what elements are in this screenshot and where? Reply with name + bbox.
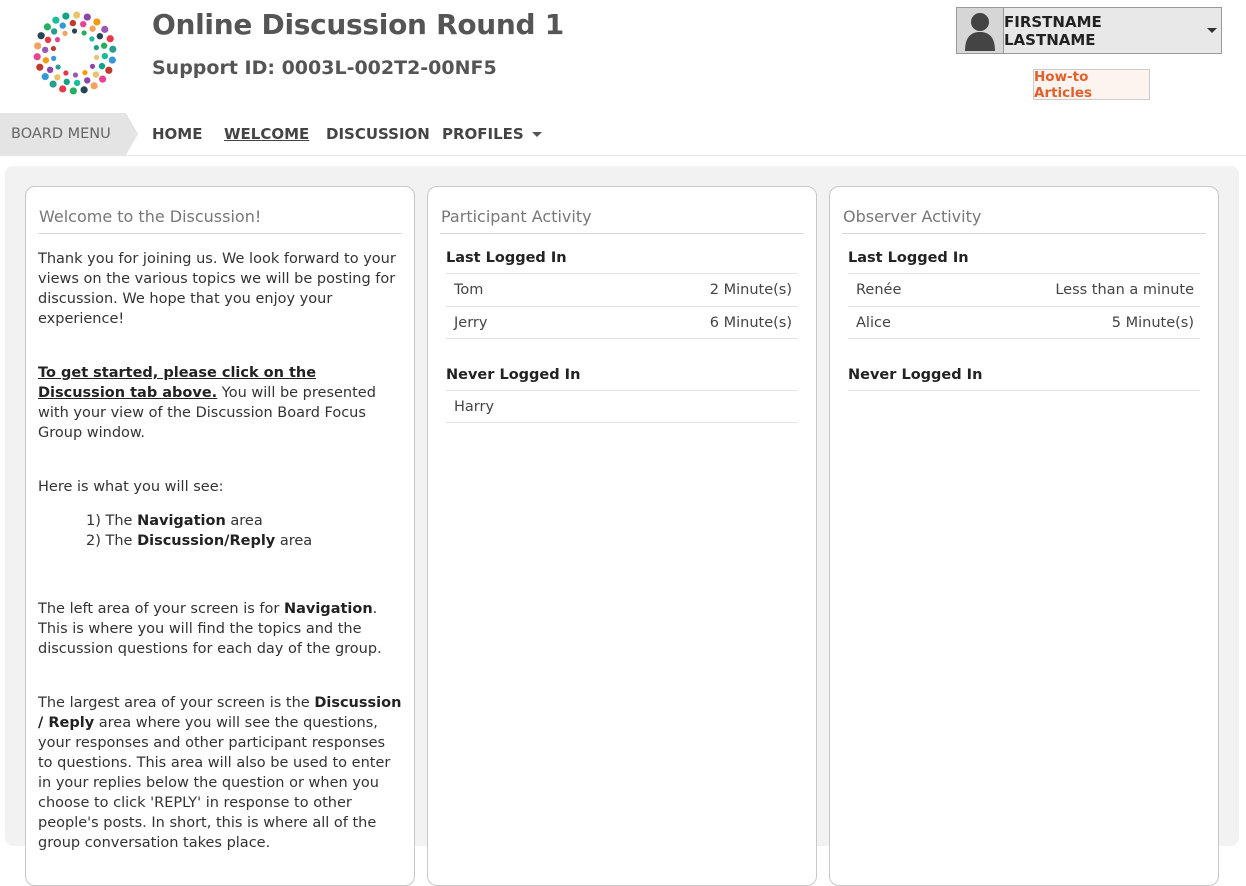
- welcome-text: The largest area of your screen is the: [38, 695, 315, 711]
- never-logged-in-heading: Never Logged In: [848, 367, 983, 383]
- list-text: area: [275, 533, 313, 549]
- list-bold: Discussion/Reply: [137, 533, 276, 549]
- divider: [842, 233, 1206, 234]
- nav-discussion[interactable]: DISCUSSION: [326, 113, 430, 155]
- table-row: Renée Less than a minute: [848, 273, 1200, 306]
- user-menu-button[interactable]: FIRSTNAME LASTNAME: [956, 7, 1222, 54]
- list-item: 1) The Navigation area: [86, 511, 404, 531]
- welcome-title: Welcome to the Discussion!: [39, 207, 262, 226]
- user-silhouette-icon: [957, 8, 1004, 53]
- header: Online Discussion Round 1 Support ID: 00…: [0, 0, 1246, 112]
- participant-name: Jerry: [454, 314, 488, 331]
- table-row: Jerry 6 Minute(s): [446, 306, 798, 339]
- welcome-paragraph: The left area of your screen is for Navi…: [38, 599, 404, 659]
- nav-home[interactable]: HOME: [152, 113, 202, 155]
- logo-icon: [33, 11, 117, 95]
- table-row: Tom 2 Minute(s): [446, 273, 798, 306]
- list-text: area: [225, 513, 263, 529]
- divider: [38, 233, 402, 234]
- table-row: Alice 5 Minute(s): [848, 306, 1200, 339]
- nav-welcome-label: WELCOME: [224, 125, 310, 143]
- welcome-panel: Welcome to the Discussion! Thank you for…: [25, 186, 415, 886]
- nav-welcome[interactable]: WELCOME: [224, 113, 309, 155]
- last-logged-in-heading: Last Logged In: [848, 250, 969, 266]
- user-name: FIRSTNAME LASTNAME: [1004, 8, 1221, 53]
- never-logged-in-heading: Never Logged In: [446, 367, 581, 383]
- nav-profiles-label: PROFILES: [442, 125, 524, 143]
- welcome-text: The left area of your screen is for: [38, 601, 284, 617]
- welcome-paragraph: The largest area of your screen is the D…: [38, 693, 404, 853]
- participant-name: Tom: [454, 282, 484, 298]
- welcome-paragraph: Here is what you will see:: [38, 479, 224, 495]
- list-text: 2) The: [86, 533, 138, 549]
- list-bold: Navigation: [137, 513, 226, 529]
- participant-activity-panel: Participant Activity Last Logged In Tom …: [427, 186, 817, 886]
- board-menu-label: BOARD MENU: [0, 113, 138, 155]
- observer-time: 5 Minute(s): [1111, 314, 1194, 331]
- nav-profiles[interactable]: PROFILES: [442, 113, 542, 155]
- main-area: Welcome to the Discussion! Thank you for…: [5, 166, 1239, 886]
- list-text: 1) The: [86, 513, 138, 529]
- user-name-label: FIRSTNAME LASTNAME: [1004, 12, 1102, 49]
- participant-name: Harry: [454, 398, 495, 415]
- observer-name: Alice: [856, 314, 891, 331]
- caret-down-icon: [1207, 28, 1217, 33]
- welcome-paragraph: To get started, please click on the Disc…: [38, 363, 404, 443]
- list-item: 2) The Discussion/Reply area: [86, 531, 404, 551]
- welcome-bold: Navigation: [283, 601, 373, 617]
- welcome-paragraph: Thank you for joining us. We look forwar…: [38, 251, 396, 327]
- divider: [848, 390, 1200, 391]
- observer-time: Less than a minute: [1055, 282, 1194, 298]
- participant-time: 2 Minute(s): [709, 282, 792, 298]
- caret-down-icon: [531, 131, 542, 137]
- welcome-text: area where you will see the questions, y…: [38, 715, 391, 851]
- observer-activity-panel: Observer Activity Last Logged In Renée L…: [829, 186, 1219, 886]
- nav-home-label: HOME: [152, 125, 203, 143]
- observer-title: Observer Activity: [843, 207, 982, 226]
- divider: [440, 233, 804, 234]
- observer-name: Renée: [856, 282, 902, 298]
- howto-articles-button[interactable]: How-to Articles: [1033, 69, 1150, 101]
- support-id: Support ID: 0003L-002T2-00NF5: [152, 57, 497, 79]
- areas-list: 1) The Navigation area 2) The Discussion…: [38, 511, 404, 551]
- table-row: Harry: [446, 390, 798, 423]
- board-nav: BOARD MENU HOME WELCOME DISCUSSION PROFI…: [0, 113, 1246, 156]
- page-title: Online Discussion Round 1: [152, 8, 564, 41]
- nav-discussion-label: DISCUSSION: [326, 125, 430, 143]
- participant-title: Participant Activity: [441, 207, 592, 226]
- participant-time: 6 Minute(s): [709, 314, 792, 331]
- welcome-body: Thank you for joining us. We look forwar…: [38, 249, 404, 853]
- last-logged-in-heading: Last Logged In: [446, 250, 567, 266]
